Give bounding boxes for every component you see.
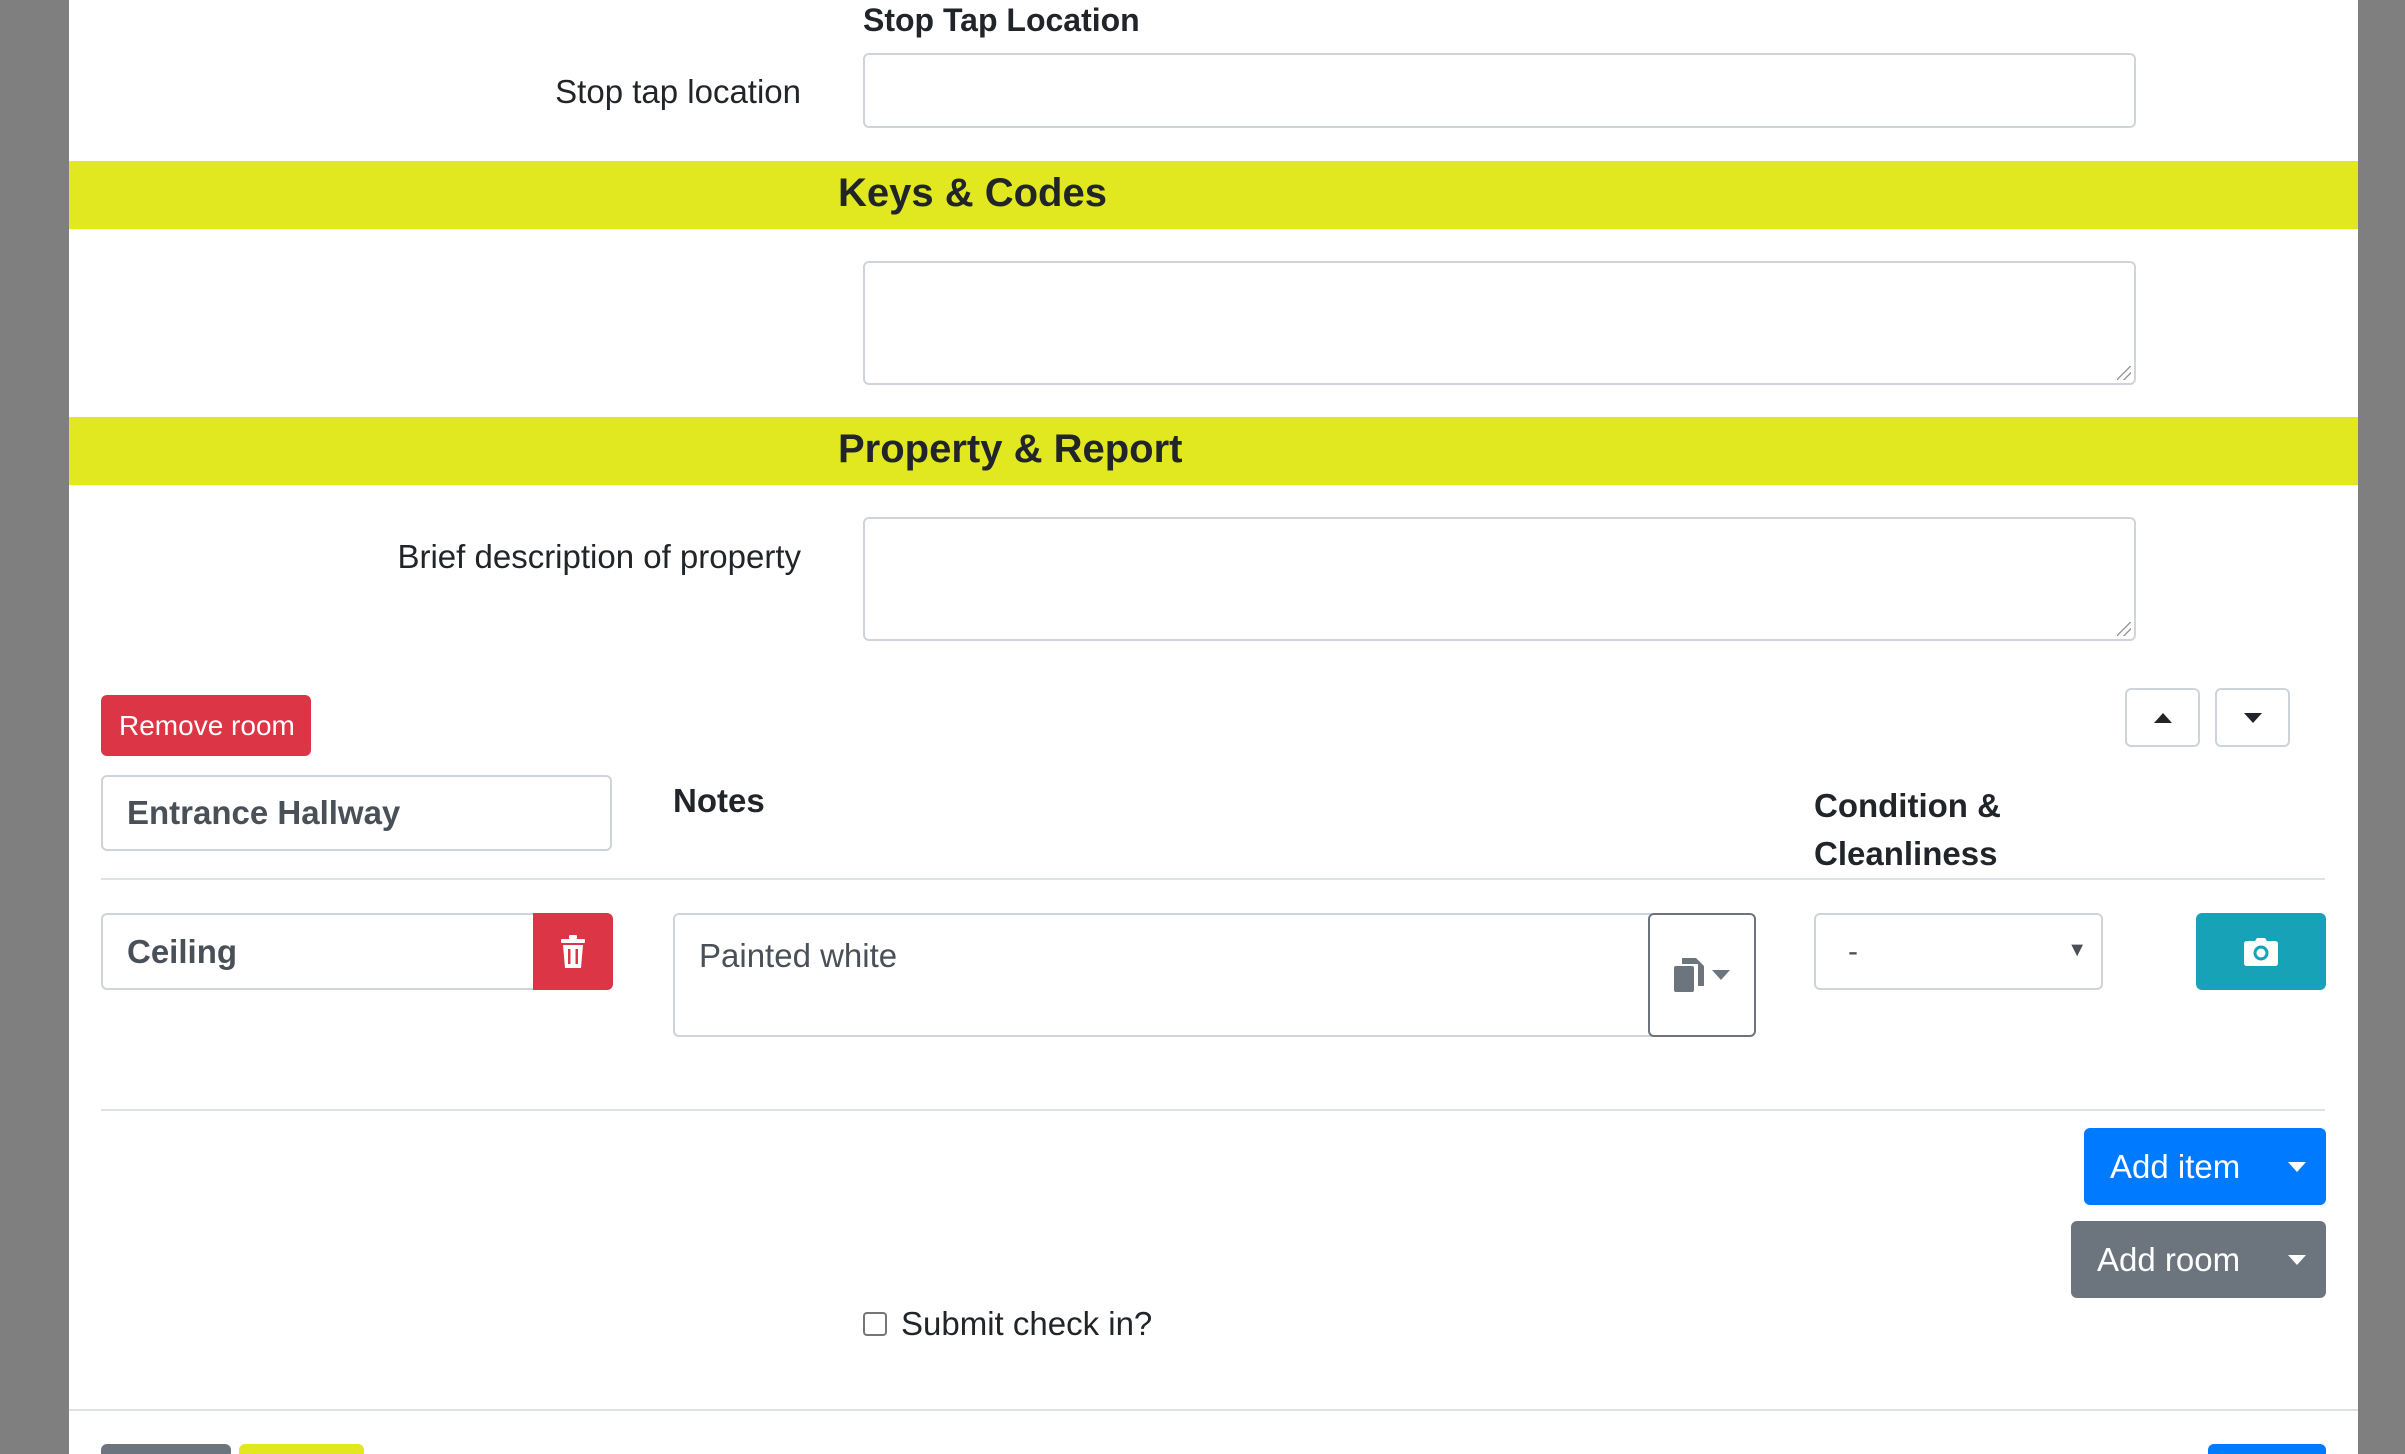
- notes-column-header: Notes: [673, 782, 765, 819]
- property-report-heading: Property & Report: [838, 427, 1183, 471]
- submit-checkin-label: Submit check in?: [901, 1305, 1153, 1342]
- footer-warning-button[interactable]: [239, 1444, 364, 1454]
- camera-icon: [2244, 937, 2278, 966]
- item-notes-textarea[interactable]: Painted white: [673, 913, 1720, 1037]
- item-name-value: Ceiling: [127, 932, 238, 970]
- chevron-down-icon: [1712, 970, 1730, 980]
- select-arrow-icon: ▼: [2067, 939, 2087, 961]
- item-notes-value: Painted white: [699, 937, 898, 974]
- add-room-label: Add room: [2097, 1240, 2241, 1278]
- condition-header-line1: Condition &: [1814, 787, 2001, 824]
- copy-icon: [1674, 958, 1704, 992]
- footer-primary-button[interactable]: [2208, 1444, 2326, 1454]
- modal-dialog: Stop Tap Location Stop tap location Keys…: [69, 0, 2358, 1454]
- condition-select[interactable]: - ▼: [1814, 913, 2103, 990]
- property-report-section-header: Property & Report: [69, 417, 2358, 485]
- room-name-value: Entrance Hallway: [127, 794, 401, 831]
- footer-secondary-button[interactable]: [101, 1444, 231, 1454]
- delete-item-button[interactable]: [533, 913, 613, 990]
- caret-down-icon: [2243, 712, 2262, 723]
- condition-header-line2: Cleanliness: [1814, 835, 1998, 872]
- trash-icon: [561, 934, 585, 968]
- condition-column-header: Condition & Cleanliness: [1814, 782, 2001, 878]
- room-footer-divider: [101, 1109, 2325, 1111]
- add-item-dropdown-icon[interactable]: [2288, 1162, 2306, 1172]
- add-photo-button[interactable]: [2196, 913, 2326, 990]
- stop-tap-heading: Stop Tap Location: [863, 2, 1140, 38]
- modal-footer-divider: [69, 1409, 2358, 1411]
- keys-codes-section-header: Keys & Codes: [69, 161, 2358, 229]
- remove-room-label: Remove room: [119, 709, 295, 741]
- move-room-down-button[interactable]: [2215, 688, 2290, 747]
- submit-checkin-checkbox[interactable]: [863, 1312, 887, 1336]
- add-item-button[interactable]: Add item: [2084, 1128, 2326, 1205]
- property-description-textarea[interactable]: [863, 517, 2136, 641]
- add-room-dropdown-icon[interactable]: [2288, 1255, 2306, 1265]
- room-header-divider: [101, 878, 2325, 880]
- keys-codes-heading: Keys & Codes: [838, 171, 1107, 215]
- property-description-label: Brief description of property: [397, 538, 801, 575]
- stop-tap-label: Stop tap location: [555, 73, 801, 110]
- condition-select-value: -: [1848, 934, 1858, 968]
- keys-codes-textarea[interactable]: [863, 261, 2136, 385]
- remove-room-button[interactable]: Remove room: [101, 695, 311, 756]
- room-name-input[interactable]: Entrance Hallway: [101, 775, 612, 851]
- submit-checkin-group: Submit check in?: [863, 1305, 1152, 1343]
- move-room-up-button[interactable]: [2125, 688, 2200, 747]
- stop-tap-input[interactable]: [863, 53, 2136, 128]
- add-item-label: Add item: [2110, 1147, 2241, 1185]
- caret-up-icon: [2153, 712, 2172, 723]
- item-name-input[interactable]: Ceiling: [101, 913, 533, 990]
- copy-notes-dropdown-button[interactable]: [1648, 913, 1756, 1037]
- add-room-button[interactable]: Add room: [2071, 1221, 2326, 1298]
